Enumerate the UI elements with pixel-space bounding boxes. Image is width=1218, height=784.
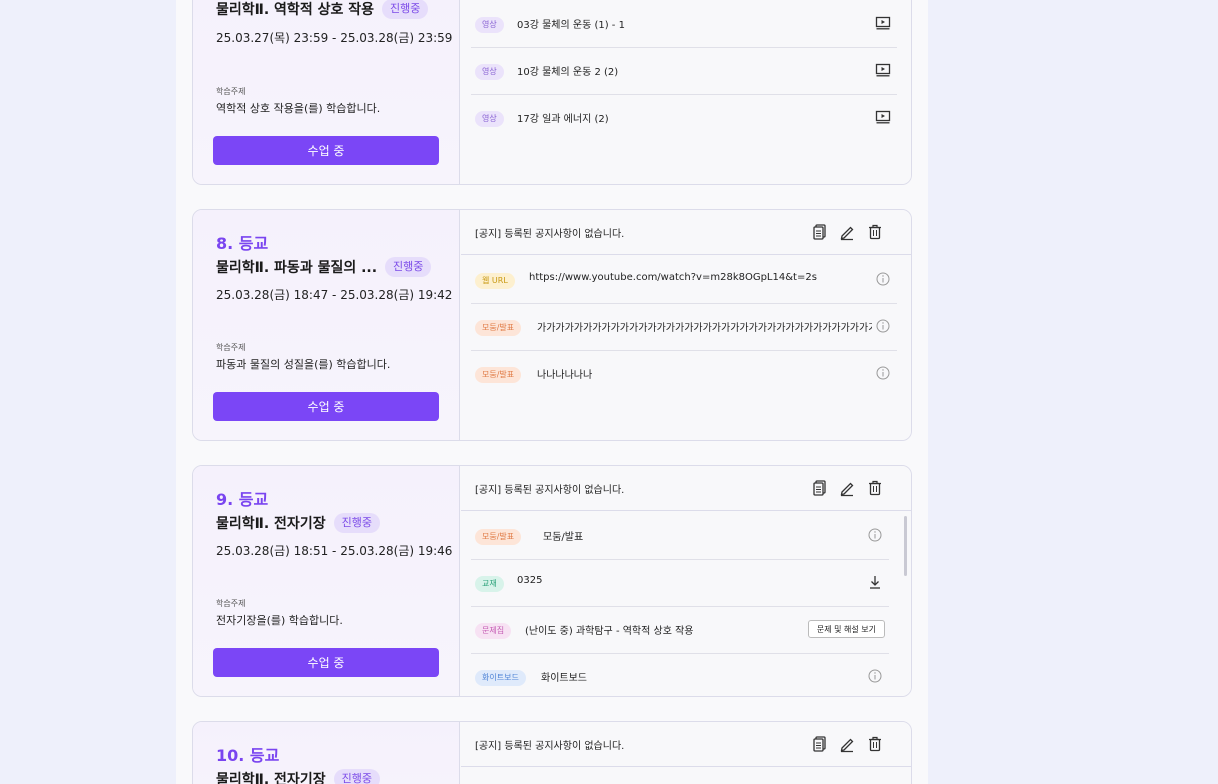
subject-title: 물리학Ⅱ. 전자기장 — [216, 516, 326, 532]
notice-text: [공지] 등록된 공지사항이 없습니다. — [475, 229, 625, 240]
class-info-panel: 9. 등교 물리학Ⅱ. 전자기장 진행중 25.03.28(금) 18:51 -… — [193, 466, 460, 696]
class-info-panel: 물리학Ⅱ. 역학적 상호 작용 진행중 25.03.27(목) 23:59 - … — [193, 0, 460, 184]
class-period: 25.03.27(목) 23:59 - 25.03.28(금) 23:59 — [216, 31, 453, 45]
materials-panel: [공지] 등록된 공지사항이 없습니다. 웹 URL https://www.y… — [461, 210, 911, 440]
notice-bar: [공지] 등록된 공지사항이 없습니다. — [461, 466, 911, 511]
tag-badge: 영상 — [475, 17, 504, 33]
topic-text: 전자기장을(를) 학습합니다. — [216, 614, 343, 627]
item-title: 나나나나나나 — [537, 370, 593, 381]
class-status-button[interactable]: 수업 중 — [213, 136, 439, 165]
subject-title: 물리학Ⅱ. 역학적 상호 작용 — [216, 2, 374, 18]
list-item[interactable]: 문제집 (난이도 중) 과학탐구 - 역학적 상호 작용 문제 및 해설 보기 — [471, 607, 889, 654]
tag-badge: 영상 — [475, 64, 504, 80]
tag-badge: 모둠/발표 — [475, 320, 522, 336]
info-circle-icon[interactable] — [875, 365, 891, 381]
info-circle-icon[interactable] — [875, 318, 891, 334]
item-title: https://www.youtube.com/watch?v=m28k8OGp… — [529, 272, 817, 283]
notice-text: [공지] 등록된 공지사항이 없습니다. — [475, 741, 625, 752]
topic-label: 학습주제 — [216, 599, 246, 608]
item-title: 0325 — [517, 575, 543, 586]
list-item[interactable]: 화이트보드 화이트보드 — [471, 654, 889, 696]
tag-badge: 문제집 — [475, 623, 512, 639]
trash-icon[interactable] — [866, 479, 884, 497]
item-title: 03강 물체의 운동 (1) - 1 — [517, 20, 625, 31]
copy-icon[interactable] — [811, 735, 829, 753]
pencil-icon[interactable] — [838, 223, 856, 241]
class-status-button[interactable]: 수업 중 — [213, 392, 439, 421]
play-screen-icon[interactable] — [875, 62, 891, 78]
download-icon[interactable] — [867, 574, 883, 590]
notice-text: [공지] 등록된 공지사항이 없습니다. — [475, 485, 625, 496]
tag-badge: 모둠/발표 — [475, 529, 522, 545]
item-title: 가가가가가가가가가가가가가가가가가가가가가가가가가가가가가가가가가가가가가가가가… — [537, 323, 872, 334]
list-item[interactable]: 모둠/발표 나나나나나나 — [471, 351, 897, 398]
pencil-icon[interactable] — [838, 735, 856, 753]
status-badge: 진행중 — [381, 0, 429, 19]
list-item[interactable]: 영상 17강 일과 에너지 (2) — [471, 95, 897, 142]
topic-text: 파동과 물질의 성질을(를) 학습합니다. — [216, 358, 391, 371]
session-number: 10. 등교 — [216, 746, 280, 765]
play-screen-icon[interactable] — [875, 15, 891, 31]
trash-icon[interactable] — [866, 735, 884, 753]
tag-badge: 교재 — [475, 576, 504, 592]
notice-bar: [공지] 등록된 공지사항이 없습니다. — [461, 722, 911, 767]
info-circle-icon[interactable] — [875, 271, 891, 287]
copy-icon[interactable] — [811, 479, 829, 497]
session-number: 9. 등교 — [216, 490, 269, 509]
status-badge: 진행중 — [333, 513, 380, 533]
subject-row: 물리학Ⅱ. 전자기장 진행중 — [216, 513, 380, 533]
view-solution-button[interactable]: 문제 및 해설 보기 — [807, 620, 885, 638]
list-item[interactable]: 웹 URL https://www.youtube.com/watch?v=m2… — [471, 257, 897, 304]
class-info-panel: 8. 등교 물리학Ⅱ. 파동과 물질의 ... 진행중 25.03.28(금) … — [193, 210, 460, 440]
subject-row: 물리학Ⅱ. 전자기장 진행중 — [216, 769, 380, 784]
list-item[interactable]: 영상 03강 물체의 운동 (1) - 1 — [471, 1, 897, 48]
status-badge: 진행중 — [333, 769, 380, 784]
scrollbar[interactable] — [904, 516, 907, 576]
class-period: 25.03.28(금) 18:51 - 25.03.28(금) 19:46 — [216, 544, 453, 558]
materials-panel: 영상 03강 물체의 운동 (1) - 1 영상 10강 물체의 운동 2 (2… — [461, 0, 911, 184]
class-card: 물리학Ⅱ. 역학적 상호 작용 진행중 25.03.27(목) 23:59 - … — [192, 0, 912, 185]
subject-title: 물리학Ⅱ. 전자기장 — [216, 772, 326, 784]
info-circle-icon[interactable] — [867, 527, 883, 543]
info-circle-icon[interactable] — [867, 668, 883, 684]
trash-icon[interactable] — [866, 223, 884, 241]
item-title: 17강 일과 에너지 (2) — [517, 114, 609, 125]
item-title: 10강 물체의 운동 2 (2) — [517, 67, 619, 78]
materials-panel: [공지] 등록된 공지사항이 없습니다. — [461, 722, 911, 784]
class-card: 10. 등교 물리학Ⅱ. 전자기장 진행중 [공지] 등록된 공지사항이 없습니… — [192, 721, 912, 784]
play-screen-icon[interactable] — [875, 109, 891, 125]
topic-text: 역학적 상호 작용을(를) 학습합니다. — [216, 102, 381, 115]
list-item[interactable]: 모둠/발표 가가가가가가가가가가가가가가가가가가가가가가가가가가가가가가가가가가… — [471, 304, 897, 351]
item-title: 화이트보드 — [541, 673, 587, 684]
tag-badge: 모둠/발표 — [475, 367, 522, 383]
list-item[interactable]: 영상 10강 물체의 운동 2 (2) — [471, 48, 897, 95]
session-number: 8. 등교 — [216, 234, 269, 253]
topic-label: 학습주제 — [216, 87, 246, 96]
class-card: 9. 등교 물리학Ⅱ. 전자기장 진행중 25.03.28(금) 18:51 -… — [192, 465, 912, 697]
tag-badge: 화이트보드 — [475, 670, 526, 686]
tag-badge: 웹 URL — [475, 273, 515, 289]
list-item[interactable]: 교재 0325 — [471, 560, 889, 607]
notice-bar: [공지] 등록된 공지사항이 없습니다. — [461, 210, 911, 255]
subject-title: 물리학Ⅱ. 파동과 물질의 ... — [216, 260, 378, 276]
list-item[interactable]: 모둠/발표 모둠/발표 — [471, 513, 889, 560]
class-status-button[interactable]: 수업 중 — [213, 648, 439, 677]
class-period: 25.03.28(금) 18:47 - 25.03.28(금) 19:42 — [216, 288, 453, 302]
subject-row: 물리학Ⅱ. 역학적 상호 작용 진행중 — [216, 0, 429, 19]
topic-label: 학습주제 — [216, 343, 246, 352]
item-title: (난이도 중) 과학탐구 - 역학적 상호 작용 — [525, 626, 694, 637]
class-info-panel: 10. 등교 물리학Ⅱ. 전자기장 진행중 — [193, 722, 460, 784]
item-title: 모둠/발표 — [543, 532, 584, 543]
class-card: 8. 등교 물리학Ⅱ. 파동과 물질의 ... 진행중 25.03.28(금) … — [192, 209, 912, 441]
status-badge: 진행중 — [385, 257, 432, 277]
tag-badge: 영상 — [475, 111, 504, 127]
copy-icon[interactable] — [811, 223, 829, 241]
pencil-icon[interactable] — [838, 479, 856, 497]
materials-panel: [공지] 등록된 공지사항이 없습니다. 모둠/발표 모둠/발표 교재 0325… — [461, 466, 911, 696]
subject-row: 물리학Ⅱ. 파동과 물질의 ... 진행중 — [216, 257, 432, 277]
